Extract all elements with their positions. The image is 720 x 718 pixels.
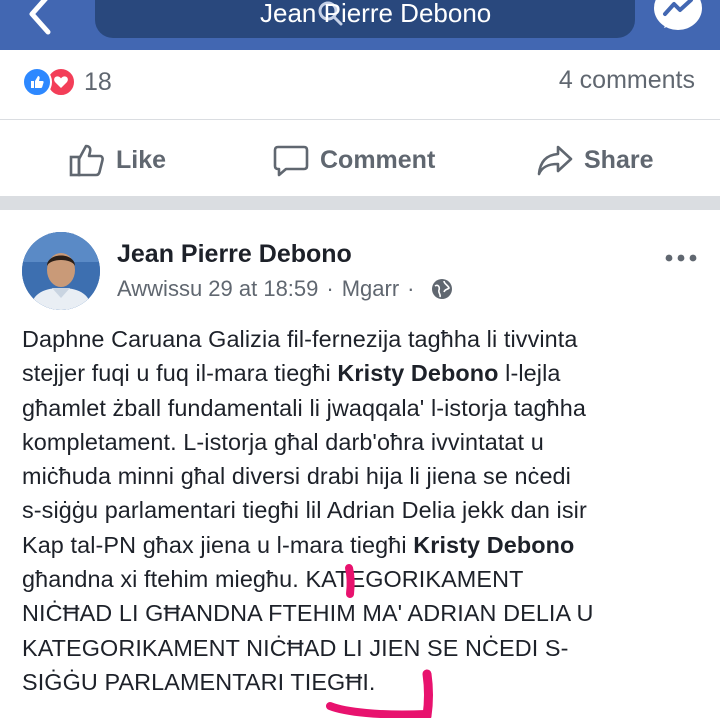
reactions-summary[interactable]: 18 bbox=[22, 66, 112, 98]
search-bar[interactable]: Jean Pierre Debono bbox=[95, 0, 635, 38]
post-text-line: KATEGORIKAMENT NIĊĦAD LI JIEN SE NĊEDI S… bbox=[22, 631, 712, 665]
post-text-segment: s-siġġu parlamentari tiegħi lil Adrian D… bbox=[22, 497, 587, 524]
post-text-segment: għamlet żball fundamentali li jwaqqala' … bbox=[22, 394, 586, 421]
post-text-segment: kompletament. L-istorja għal darb'oħra i… bbox=[22, 428, 544, 455]
post-text-line: Kap tal-PN għax jiena u l-mara tiegħi Kr… bbox=[22, 528, 712, 562]
post-text-segment: miċħuda minni għal diversi drabi hija li… bbox=[22, 463, 571, 490]
thumbs-up-icon bbox=[69, 144, 104, 177]
post-author-name[interactable]: Jean Pierre Debono bbox=[117, 240, 352, 269]
post-text-line: Daphne Caruana Galizia fil-fernezija tag… bbox=[22, 322, 712, 356]
avatar[interactable] bbox=[22, 232, 100, 310]
post-text-line: kompletament. L-istorja għal darb'oħra i… bbox=[22, 425, 712, 459]
post-text-segment: Kap tal-PN għax jiena u l-mara tiegħi bbox=[22, 531, 414, 558]
post-text-segment: stejjer fuqi u fuq il-mara tiegħi bbox=[22, 360, 338, 387]
post-text-line: miċħuda minni għal diversi drabi hija li… bbox=[22, 459, 712, 493]
reaction-count: 18 bbox=[84, 67, 112, 96]
search-query-text: Jean Pierre Debono bbox=[260, 0, 492, 28]
post-text-line: stejjer fuqi u fuq il-mara tiegħi Kristy… bbox=[22, 356, 712, 390]
top-navigation-bar: Jean Pierre Debono bbox=[0, 0, 720, 50]
comment-label: Comment bbox=[320, 145, 436, 174]
messenger-icon[interactable] bbox=[650, 0, 706, 38]
post-text-line: s-siġġu parlamentari tiegħi lil Adrian D… bbox=[22, 493, 712, 527]
post-meta: Awwissu 29 at 18:59 · Mgarr · bbox=[117, 276, 453, 302]
like-reaction-icon bbox=[22, 67, 52, 97]
post-text: Daphne Caruana Galizia fil-fernezija tag… bbox=[22, 322, 712, 699]
back-arrow-icon bbox=[29, 0, 51, 35]
share-button[interactable]: Share bbox=[536, 140, 653, 180]
globe-icon bbox=[431, 279, 452, 299]
back-button[interactable] bbox=[22, 0, 62, 42]
like-button[interactable]: Like bbox=[68, 140, 166, 180]
post-text-line: għandna xi ftehim miegħu. KATEGORIKAMENT bbox=[22, 562, 712, 596]
post-text-line: SIĠĠU PARLAMENTARI TIEGĦI. bbox=[22, 665, 712, 699]
post-separator bbox=[0, 196, 720, 210]
post-text-segment: KATEGORIKAMENT NIĊĦAD LI JIEN SE NĊEDI S… bbox=[22, 634, 569, 661]
post-text-segment: Daphne Caruana Galizia fil-fernezija tag… bbox=[22, 326, 578, 352]
post-location[interactable]: Mgarr bbox=[342, 276, 399, 302]
post-text-segment: SIĠĠU PARLAMENTARI TIEGĦI. bbox=[22, 668, 376, 695]
post-text-line: għamlet żball fundamentali li jwaqqala' … bbox=[22, 391, 712, 425]
like-label: Like bbox=[116, 145, 167, 174]
more-options-icon[interactable] bbox=[664, 248, 698, 268]
tagged-person-link[interactable]: Kristy Debono bbox=[337, 360, 498, 386]
comment-icon bbox=[273, 145, 309, 177]
share-icon bbox=[537, 145, 573, 176]
share-label: Share bbox=[584, 145, 654, 174]
divider bbox=[0, 119, 720, 120]
meta-separator: · bbox=[326, 276, 334, 301]
comments-count-link[interactable]: 4 comments bbox=[559, 66, 695, 95]
post-text-segment: għandna xi ftehim miegħu. KATEGORIKAMENT bbox=[22, 566, 524, 593]
post-text-segment: NIĊĦAD LI GĦANDNA FTEHIM MA' ADRIAN DELI… bbox=[22, 600, 594, 627]
post-text-segment: l-lejla bbox=[498, 360, 561, 387]
tagged-person-link[interactable]: Kristy Debono bbox=[413, 532, 574, 558]
comment-button[interactable]: Comment bbox=[272, 140, 435, 180]
post-date[interactable]: Awwissu 29 at 18:59 bbox=[117, 276, 318, 302]
post-text-line: NIĊĦAD LI GĦANDNA FTEHIM MA' ADRIAN DELI… bbox=[22, 596, 712, 630]
meta-separator: · bbox=[407, 276, 415, 301]
